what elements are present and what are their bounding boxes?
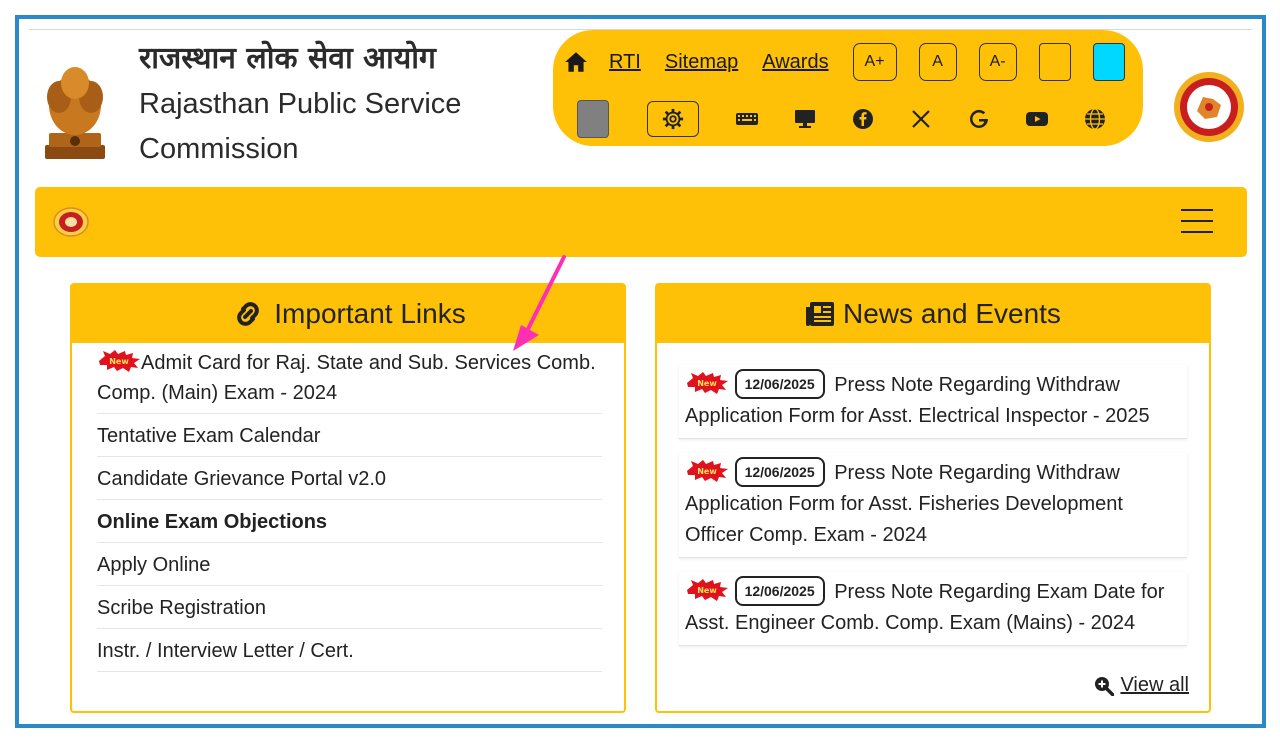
newspaper-icon [806,302,835,326]
main-navbar [35,187,1247,257]
link-grievance-portal[interactable]: Candidate Grievance Portal v2.0 [97,457,602,500]
google-icon[interactable] [967,107,991,131]
site-title-english: Rajasthan Public Service Commission [139,88,462,165]
view-all-link[interactable]: View all [1094,674,1189,697]
theme-cyan-swatch[interactable] [1092,43,1125,81]
annotation-arrow [513,255,566,351]
national-emblem-logo [45,67,105,159]
theme-yellow-swatch[interactable] [1038,43,1071,81]
link-apply-online[interactable]: Apply Online [97,543,602,586]
menu-toggle-button[interactable] [1181,209,1213,235]
news-events-panel: News and Events New 12/06/2025 Press Not… [655,283,1211,713]
svg-text:New: New [697,586,717,595]
desktop-icon[interactable] [793,107,817,131]
x-icon[interactable] [909,107,933,131]
screenshot-frame: राजस्थान लोक सेवा आयोग Rajasthan Public … [15,15,1266,728]
youtube-icon[interactable] [1025,107,1049,131]
sitemap-link[interactable]: Sitemap [665,51,738,74]
site-title-hindi: राजस्थान लोक सेवा आयोग [139,41,436,76]
keyboard-icon[interactable] [735,107,759,131]
new-badge-icon: New [687,372,728,394]
date-badge: 12/06/2025 [734,576,825,606]
gear-icon [662,108,684,130]
link-scribe-registration[interactable]: Scribe Registration [97,586,602,629]
new-badge-icon: New [687,460,728,482]
new-badge-icon: New [687,579,728,601]
news-item[interactable]: New 12/06/2025 Press Note Regarding With… [679,365,1187,439]
navbar-logo[interactable] [53,207,89,237]
rti-link[interactable]: RTI [609,51,641,74]
font-increase-button[interactable]: A+ [852,43,897,81]
important-links-list: New Admit Card for Raj. State and Sub. S… [72,343,624,672]
settings-button[interactable] [647,101,699,137]
link-online-exam-objections[interactable]: Online Exam Objections [97,500,602,543]
date-badge: 12/06/2025 [734,369,825,399]
theme-gray-swatch[interactable] [577,100,609,138]
link-icon [237,302,260,326]
svg-text:New: New [697,379,717,388]
news-list: New 12/06/2025 Press Note Regarding With… [657,343,1209,646]
search-plus-icon [1095,676,1115,696]
important-links-title: Important Links [274,298,466,329]
news-events-title: News and Events [843,298,1061,329]
facebook-icon[interactable] [851,107,875,131]
rpsc-seal-logo [1174,72,1244,142]
news-events-header: News and Events [657,285,1209,343]
svg-text:New: New [109,357,129,366]
awards-link[interactable]: Awards [762,51,828,74]
home-icon[interactable] [563,49,589,75]
news-item[interactable]: New 12/06/2025 Press Note Regarding Exam… [679,572,1187,646]
accessibility-toolbar: RTI Sitemap Awards A+ A A- [553,30,1143,146]
date-badge: 12/06/2025 [734,457,825,487]
news-item[interactable]: New 12/06/2025 Press Note Regarding With… [679,453,1187,558]
new-badge-icon: New [99,350,140,372]
link-tentative-exam-calendar[interactable]: Tentative Exam Calendar [97,414,602,457]
font-normal-button[interactable]: A [918,43,957,81]
link-interview-letter[interactable]: Instr. / Interview Letter / Cert. [97,629,602,672]
svg-text:New: New [697,467,717,476]
font-decrease-button[interactable]: A- [978,43,1017,81]
globe-icon[interactable] [1083,107,1107,131]
